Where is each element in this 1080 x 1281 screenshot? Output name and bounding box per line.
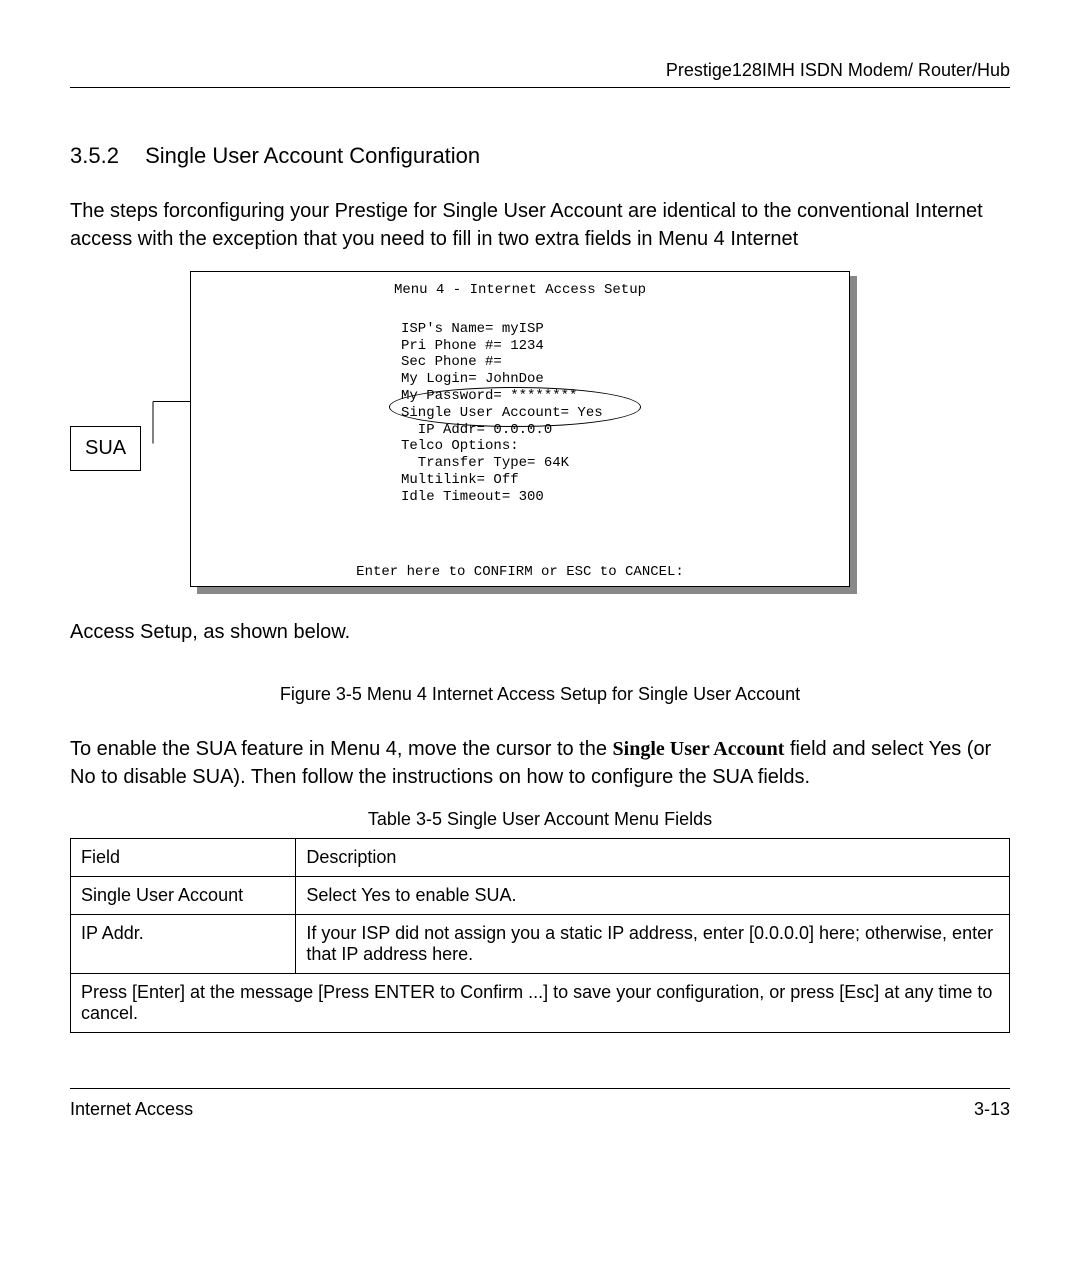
table-cell: Select Yes to enable SUA. bbox=[296, 877, 1010, 915]
product-name: Prestige128IMH ISDN Modem/ Router/Hub bbox=[666, 60, 1010, 80]
table-row: Single User Account Select Yes to enable… bbox=[71, 877, 1010, 915]
section-number: 3.5.2 bbox=[70, 143, 119, 169]
terminal-line: ISP's Name= myISP bbox=[401, 321, 829, 338]
terminal-title: Menu 4 - Internet Access Setup bbox=[211, 282, 829, 299]
terminal-line: My Login= JohnDoe bbox=[401, 371, 829, 388]
terminal-line: Pri Phone #= 1234 bbox=[401, 338, 829, 355]
terminal-line: IP Addr= 0.0.0.0 bbox=[401, 422, 829, 439]
fields-table: Field Description Single User Account Se… bbox=[70, 838, 1010, 1033]
table-header-cell: Description bbox=[296, 839, 1010, 877]
terminal-diagram: SUA Menu 4 - Internet Access Setup ISP's… bbox=[70, 271, 1010, 611]
section-title: Single User Account Configuration bbox=[145, 143, 480, 168]
page-header: Prestige128IMH ISDN Modem/ Router/Hub bbox=[70, 60, 1010, 88]
footer-left: Internet Access bbox=[70, 1099, 193, 1120]
table-cell: IP Addr. bbox=[71, 915, 296, 974]
terminal-line: Multilink= Off bbox=[401, 472, 829, 489]
table-footer-cell: Press [Enter] at the message [Press ENTE… bbox=[71, 974, 1010, 1033]
terminal-fields: ISP's Name= myISP Pri Phone #= 1234 Sec … bbox=[401, 321, 829, 506]
terminal-box: Menu 4 - Internet Access Setup ISP's Nam… bbox=[190, 271, 850, 587]
terminal-line: Idle Timeout= 300 bbox=[401, 489, 829, 506]
table-cell: Single User Account bbox=[71, 877, 296, 915]
page-footer: Internet Access 3-13 bbox=[70, 1088, 1010, 1120]
table-row: IP Addr. If your ISP did not assign you … bbox=[71, 915, 1010, 974]
table-caption: Table 3-5 Single User Account Menu Field… bbox=[70, 809, 1010, 830]
terminal-line: My Password= ******** bbox=[401, 388, 829, 405]
caption-below-box: Access Setup, as shown below. bbox=[70, 621, 1010, 644]
table-header-row: Field Description bbox=[71, 839, 1010, 877]
callout-line bbox=[153, 402, 154, 444]
bold-field-name: Single User Account bbox=[613, 738, 785, 760]
table-footer-row: Press [Enter] at the message [Press ENTE… bbox=[71, 974, 1010, 1033]
footer-page-number: 3-13 bbox=[974, 1099, 1010, 1120]
intro-paragraph: The steps forconfiguring your Prestige f… bbox=[70, 197, 1010, 253]
terminal-line: Telco Options: bbox=[401, 438, 829, 455]
terminal-line: Single User Account= Yes bbox=[401, 405, 829, 422]
text-span: No to disable SUA). Then follow the inst… bbox=[70, 766, 810, 788]
figure-caption: Figure 3-5 Menu 4 Internet Access Setup … bbox=[70, 684, 1010, 705]
terminal-line: Transfer Type= 64K bbox=[401, 455, 829, 472]
table-header-cell: Field bbox=[71, 839, 296, 877]
text-span: field and select bbox=[784, 738, 923, 760]
section-heading: 3.5.2 Single User Account Configuration bbox=[70, 143, 1010, 169]
text-span: Yes (or bbox=[929, 738, 992, 760]
terminal-line: Sec Phone #= bbox=[401, 354, 829, 371]
table-cell: If your ISP did not assign you a static … bbox=[296, 915, 1010, 974]
text-span: The steps for bbox=[70, 200, 187, 222]
terminal-confirm-line: Enter here to CONFIRM or ESC to CANCEL: bbox=[211, 564, 829, 581]
sua-callout-label: SUA bbox=[70, 426, 141, 471]
text-span: Internet bbox=[730, 228, 798, 250]
text-span: To enable the SUA feature in Menu 4, mov… bbox=[70, 738, 607, 760]
enable-paragraph: To enable the SUA feature in Menu 4, mov… bbox=[70, 735, 1010, 791]
text-span: configuring your Prestige for Single Use… bbox=[70, 200, 983, 250]
